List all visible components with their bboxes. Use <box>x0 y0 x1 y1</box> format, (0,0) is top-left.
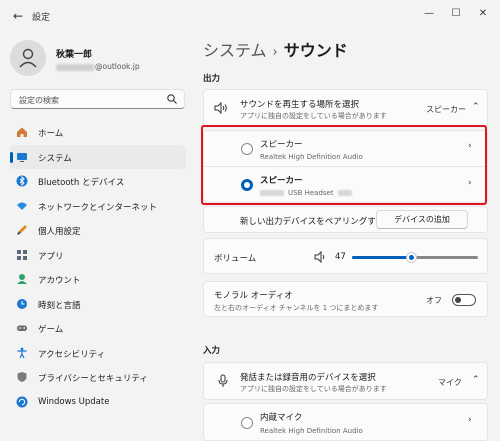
output-selector-value: スピーカー <box>426 105 466 114</box>
user-name: 秋葉一郎 <box>56 50 93 60</box>
user-email-domain: @outlook.jp <box>95 62 140 71</box>
monitor-icon <box>17 152 27 162</box>
user-email: @outlook.jp <box>56 62 140 71</box>
breadcrumb-separator: › <box>272 45 278 60</box>
sidebar-item-label: Windows Update <box>38 396 110 407</box>
mono-audio-state: オフ <box>426 296 442 305</box>
sidebar-item-label: プライバシーとセキュリティ <box>38 374 148 384</box>
back-arrow-icon[interactable]: ← <box>8 6 28 26</box>
chevron-up-icon[interactable]: ⌃ <box>472 375 480 385</box>
sidebar-item-network[interactable]: ネットワークとインターネット <box>10 194 186 219</box>
sidebar-item-label: ネットワークとインターネット <box>38 202 158 213</box>
input-selector-subtitle: アプリに独自の設定をしている場合があります <box>240 385 387 393</box>
output-heading: 出力 <box>203 74 221 84</box>
volume-value: 47 <box>335 252 346 262</box>
apps-icon <box>17 249 27 260</box>
avatar <box>10 40 46 76</box>
device-name: 内蔵マイク <box>260 413 303 423</box>
input-heading: 入力 <box>203 346 221 356</box>
chevron-up-icon[interactable]: ⌃ <box>472 102 480 112</box>
bluetooth-icon <box>16 175 28 187</box>
sidebar-item-system[interactable]: システム <box>10 144 186 169</box>
home-icon <box>17 127 27 137</box>
pair-output-device-row: 新しい出力デバイスをペアリングする デバイスの追加 <box>203 206 488 233</box>
input-device-builtin-mic[interactable]: 内蔵マイク Realtek High Definition Audio › <box>203 403 488 441</box>
wifi-icon <box>17 202 27 210</box>
brush-icon <box>17 225 27 235</box>
input-selector-title: 発話または録音用のデバイスを選択 <box>240 373 376 383</box>
mono-audio-subtitle: 左と右のオーディオ チャンネルを 1 つにまとめます <box>214 304 379 312</box>
update-icon <box>16 396 28 407</box>
output-selector-subtitle: アプリに独自の設定をしている場合があります <box>240 112 387 120</box>
highlight-box <box>201 125 487 205</box>
title-bar: ← 設定 — ☐ ✕ <box>0 0 500 32</box>
person-icon <box>19 48 37 68</box>
chevron-right-icon[interactable]: › <box>468 415 472 425</box>
sidebar-item-privacy[interactable]: プライバシーとセキュリティ <box>10 365 186 390</box>
sidebar-item-accessibility[interactable]: アクセシビリティ <box>10 341 186 366</box>
search-placeholder: 設定の検索 <box>19 96 59 105</box>
volume-label: ボリューム <box>214 254 257 264</box>
breadcrumb-parent[interactable]: システム <box>203 41 267 60</box>
sidebar-item-label: システム <box>38 153 72 164</box>
output-device-selector[interactable]: サウンドを再生する場所を選択 アプリに独自の設定をしている場合があります スピー… <box>203 89 488 127</box>
sidebar-item-label: 時刻と言語 <box>38 300 81 311</box>
add-device-button[interactable]: デバイスの追加 <box>376 210 468 229</box>
breadcrumb: システム › サウンド <box>203 37 348 61</box>
microphone-icon <box>218 374 228 387</box>
sidebar-item-label: ホーム <box>38 129 64 139</box>
nav-list: ホーム システム Bluetooth とデバイス ネットワークとインターネット … <box>10 120 186 414</box>
shield-icon <box>17 372 27 382</box>
globe-clock-icon <box>17 298 27 309</box>
radio-button[interactable] <box>241 417 253 429</box>
sidebar-item-label: ゲーム <box>38 325 64 335</box>
sidebar-item-gaming[interactable]: ゲーム <box>10 316 186 341</box>
volume-row: ボリューム 47 <box>203 238 488 274</box>
main-content: システム › サウンド 出力 サウンドを再生する場所を選択 アプリに独自の設定をして… <box>203 32 488 441</box>
mono-audio-row: モノラル オーディオ 左と右のオーディオ チャンネルを 1 つにまとめます オフ <box>203 281 488 317</box>
sidebar-item-apps[interactable]: アプリ <box>10 243 186 268</box>
speaker-icon <box>214 102 227 114</box>
maximize-icon[interactable]: ☐ <box>445 4 467 24</box>
output-selector-title: サウンドを再生する場所を選択 <box>240 100 360 110</box>
search-icon[interactable] <box>166 93 178 105</box>
app-title: 設定 <box>32 13 51 23</box>
account-icon <box>17 274 27 284</box>
sidebar-item-label: アクセシビリティ <box>38 349 106 360</box>
sidebar-item-personalization[interactable]: 個人用設定 <box>10 218 186 243</box>
user-profile[interactable]: 秋葉一郎 @outlook.jp <box>10 40 190 82</box>
pair-device-label: 新しい出力デバイスをペアリングする <box>240 217 385 227</box>
sidebar: 秋葉一郎 @outlook.jp 設定の検索 ホーム システム Bluetoot… <box>0 32 195 441</box>
speaker-icon[interactable] <box>314 251 327 263</box>
sidebar-item-label: 個人用設定 <box>38 227 81 237</box>
search-input[interactable]: 設定の検索 <box>10 89 185 109</box>
input-device-selector[interactable]: 発話または録音用のデバイスを選択 アプリに独自の設定をしている場合があります マ… <box>203 362 488 400</box>
sidebar-item-label: アカウント <box>38 276 81 286</box>
input-selector-value: マイク <box>438 378 462 387</box>
sidebar-item-label: Bluetooth とデバイス <box>38 178 125 188</box>
mono-audio-title: モノラル オーディオ <box>214 291 293 301</box>
accessibility-icon <box>17 347 27 358</box>
minimize-icon[interactable]: — <box>418 4 440 24</box>
sidebar-item-windows-update[interactable]: Windows Update <box>10 390 186 415</box>
redacted-email-local <box>56 63 94 71</box>
sidebar-item-home[interactable]: ホーム <box>10 120 186 145</box>
volume-slider-fill <box>352 256 412 259</box>
sidebar-item-label: アプリ <box>38 251 64 262</box>
sidebar-item-time-language[interactable]: 時刻と言語 <box>10 292 186 317</box>
page-title: サウンド <box>283 41 348 60</box>
device-detail: Realtek High Definition Audio <box>260 427 363 435</box>
gamepad-icon <box>17 325 27 331</box>
volume-slider-thumb[interactable] <box>405 252 417 263</box>
sidebar-item-bluetooth[interactable]: Bluetooth とデバイス <box>10 169 186 194</box>
mono-audio-toggle[interactable] <box>452 294 476 306</box>
sidebar-item-accounts[interactable]: アカウント <box>10 267 186 292</box>
close-icon[interactable]: ✕ <box>472 4 494 24</box>
